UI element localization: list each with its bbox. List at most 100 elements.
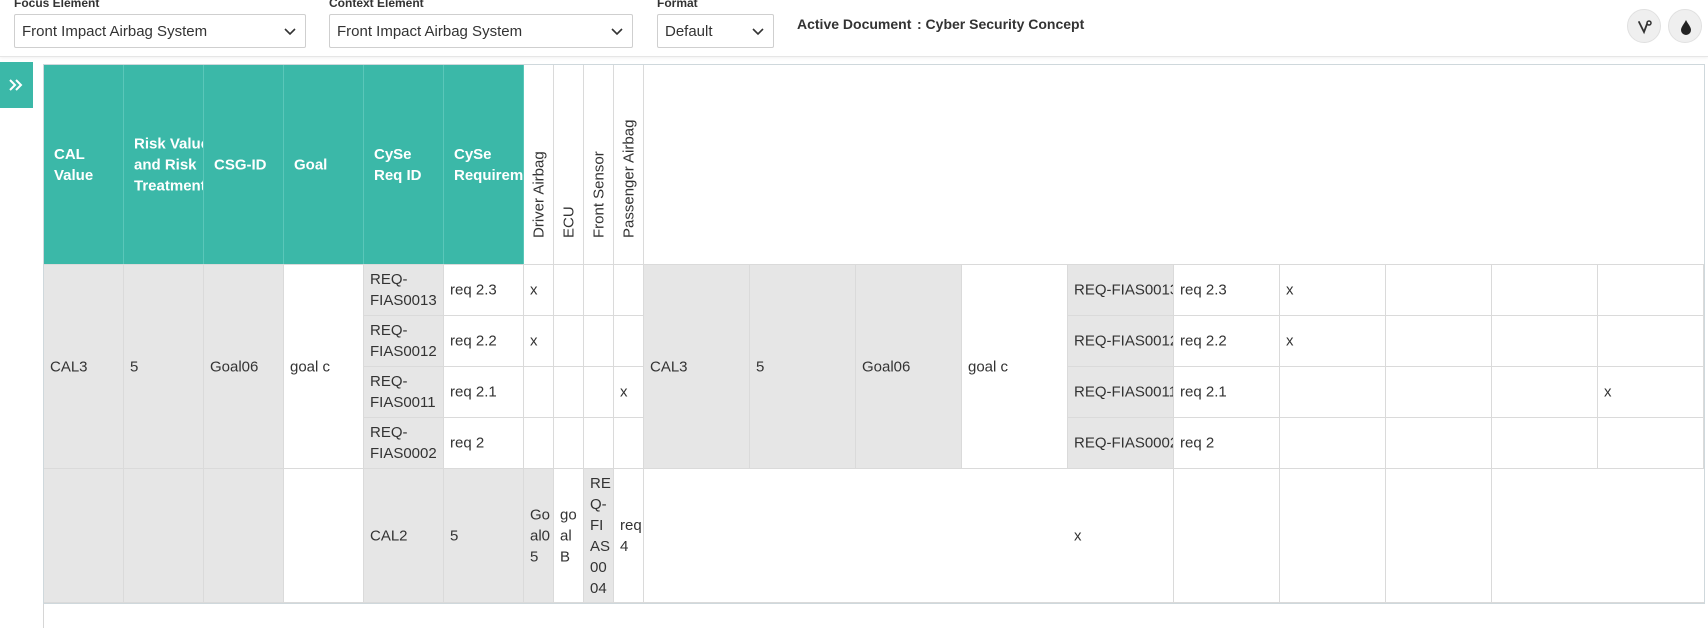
req-id-cell[interactable]: REQ-FIAS0012 xyxy=(1068,316,1174,367)
header-csg-id[interactable]: CSG-ID xyxy=(204,65,284,265)
cal-value-cell[interactable]: CAL2 xyxy=(364,469,444,603)
chevron-down-icon xyxy=(284,25,296,37)
header-cyse-req-id[interactable]: CySe Req ID xyxy=(364,65,444,265)
risk-value-cell[interactable]: 5 xyxy=(444,469,524,603)
req-cell[interactable]: req 2.2 xyxy=(1174,316,1280,367)
req-id-cell[interactable]: REQ-FIAS0012 xyxy=(364,316,444,367)
header-label: Driver Airbag xyxy=(530,151,547,238)
focus-element-select[interactable]: Front Impact Airbag System xyxy=(14,14,306,48)
chevron-down-icon xyxy=(611,25,623,37)
header-driver-airbag[interactable]: Driver Airbag xyxy=(524,65,554,265)
header-risk-value[interactable]: Risk Value and Risk Treatment xyxy=(124,65,204,265)
mark-cell[interactable] xyxy=(584,316,614,367)
format-select[interactable]: Default xyxy=(657,14,774,48)
mark-cell[interactable] xyxy=(1492,367,1598,418)
req-cell[interactable]: req 2.1 xyxy=(444,367,524,418)
grid-bottom-edge xyxy=(43,604,44,628)
mark-cell[interactable] xyxy=(554,265,584,316)
req-cell[interactable]: req 2.3 xyxy=(444,265,524,316)
req-cell[interactable]: req 2.2 xyxy=(444,316,524,367)
mark-cell[interactable] xyxy=(1492,418,1598,469)
mark-cell[interactable] xyxy=(1492,265,1598,316)
mark-cell[interactable] xyxy=(1598,316,1704,367)
cell-text: REQ-FIAS0011 xyxy=(370,373,436,411)
context-element-select[interactable]: Front Impact Airbag System xyxy=(329,14,633,48)
req-cell[interactable]: req 2 xyxy=(1174,418,1280,469)
req-cell[interactable]: req 4 xyxy=(614,469,644,603)
req-id-cell[interactable]: REQ-FIAS0013 xyxy=(1068,265,1174,316)
mark-cell[interactable] xyxy=(1386,316,1492,367)
cell-text: goal B xyxy=(560,506,577,565)
chevron-down-icon xyxy=(752,25,764,37)
mark-cell[interactable]: x xyxy=(1068,469,1174,603)
csg-id-cell[interactable]: Goal06 xyxy=(204,265,284,469)
mark-cell[interactable]: x xyxy=(524,265,554,316)
req-id-cell[interactable]: REQ-FIAS0002 xyxy=(364,418,444,469)
mark-cell[interactable] xyxy=(1598,418,1704,469)
header-ecu[interactable]: ECU xyxy=(554,65,584,265)
goal-cell[interactable]: goal B xyxy=(554,469,584,603)
mark-cell[interactable] xyxy=(554,418,584,469)
expand-sidebar-button[interactable] xyxy=(0,62,33,108)
mark-cell[interactable]: x xyxy=(1598,367,1704,418)
context-element-label: Context Element xyxy=(329,0,424,10)
mark-cell[interactable] xyxy=(1386,367,1492,418)
mark-cell[interactable] xyxy=(524,418,554,469)
req-id-cell[interactable]: REQ-FIAS0002 xyxy=(1068,418,1174,469)
goal-cell[interactable]: goal c xyxy=(284,265,364,469)
version-button[interactable] xyxy=(1627,9,1661,43)
header-cal-value[interactable]: CAL Value xyxy=(44,65,124,265)
mark-cell[interactable] xyxy=(1386,418,1492,469)
mark-cell[interactable] xyxy=(584,418,614,469)
header-passenger-airbag[interactable]: Passenger Airbag xyxy=(614,65,644,265)
mark-cell[interactable] xyxy=(1280,367,1386,418)
mark-cell[interactable] xyxy=(1386,265,1492,316)
cell-text: REQ-FIAS0002 xyxy=(1074,434,1174,452)
mark-cell[interactable] xyxy=(614,418,644,469)
cell-text: req 2.2 xyxy=(450,332,497,350)
req-cell[interactable]: req 2.3 xyxy=(1174,265,1280,316)
req-cell[interactable]: req 2 xyxy=(444,418,524,469)
mark-cell[interactable] xyxy=(1598,265,1704,316)
req-id-cell[interactable]: REQ-FIAS0013 xyxy=(364,265,444,316)
req-id-cell[interactable]: REQ-FIAS0011 xyxy=(364,367,444,418)
mark-cell[interactable] xyxy=(554,316,584,367)
cal-value-cell[interactable]: CAL3 xyxy=(44,265,124,469)
header-label: Goal xyxy=(294,156,328,174)
goal-cell[interactable]: goal c xyxy=(962,265,1068,469)
mark-cell[interactable] xyxy=(614,265,644,316)
risk-value-cell xyxy=(124,469,204,603)
mark-cell[interactable] xyxy=(524,367,554,418)
focus-element-value: Front Impact Airbag System xyxy=(22,23,208,40)
focus-element-label: Focus Element xyxy=(14,0,100,10)
cell-text: Goal06 xyxy=(210,358,259,375)
req-id-cell[interactable]: REQ-FIAS0004 xyxy=(584,469,614,603)
color-button[interactable] xyxy=(1668,9,1702,43)
header-cyse-requirement[interactable]: CySe Requirement xyxy=(444,65,524,265)
mark-cell[interactable] xyxy=(1280,418,1386,469)
csg-id-cell[interactable]: Goal06 xyxy=(856,265,962,469)
header-label: CySe Req ID xyxy=(374,146,422,184)
csg-id-cell[interactable]: Goal05 xyxy=(524,469,554,603)
csg-id-cell xyxy=(204,469,284,603)
cell-text: CAL3 xyxy=(650,358,688,375)
empty-cell xyxy=(1280,469,1386,603)
mark-cell[interactable] xyxy=(1492,316,1598,367)
mark-cell[interactable]: x xyxy=(1280,316,1386,367)
mark-cell[interactable] xyxy=(554,367,584,418)
format-label: Format xyxy=(657,0,698,10)
mark-cell[interactable]: x xyxy=(524,316,554,367)
header-goal[interactable]: Goal xyxy=(284,65,364,265)
mark-cell[interactable] xyxy=(614,316,644,367)
risk-value-cell[interactable]: 5 xyxy=(124,265,204,469)
mark-cell[interactable] xyxy=(584,367,614,418)
risk-value-cell[interactable]: 5 xyxy=(750,265,856,469)
mark-cell[interactable] xyxy=(584,265,614,316)
active-document-label: Active Document xyxy=(797,16,912,32)
mark-cell[interactable]: x xyxy=(1280,265,1386,316)
header-front-sensor[interactable]: Front Sensor xyxy=(584,65,614,265)
req-id-cell[interactable]: REQ-FIAS0011 xyxy=(1068,367,1174,418)
cal-value-cell[interactable]: CAL3 xyxy=(644,265,750,469)
req-cell[interactable]: req 2.1 xyxy=(1174,367,1280,418)
mark-cell[interactable]: x xyxy=(614,367,644,418)
